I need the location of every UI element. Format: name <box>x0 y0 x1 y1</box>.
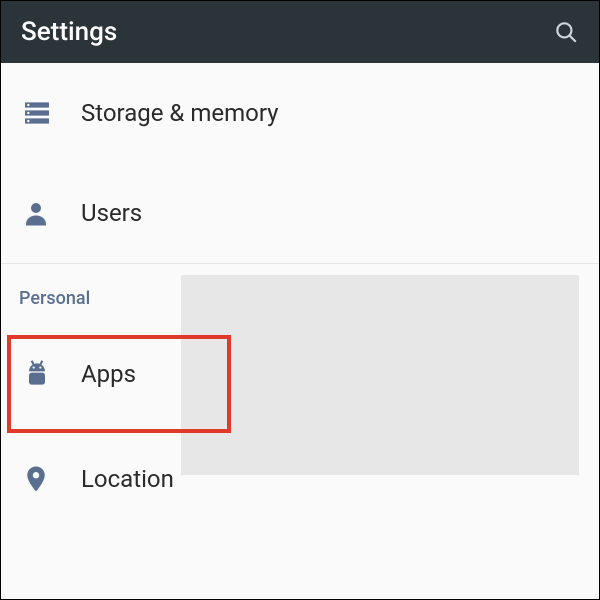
android-icon <box>21 358 81 390</box>
search-icon[interactable] <box>553 19 579 45</box>
storage-icon <box>21 97 81 129</box>
settings-item-location[interactable]: Location <box>1 429 599 529</box>
location-icon <box>21 464 81 494</box>
settings-item-users[interactable]: Users <box>1 163 599 263</box>
settings-list: Storage & memory Users Personal Apps <box>1 63 599 529</box>
settings-item-apps[interactable]: Apps <box>1 319 599 429</box>
settings-item-label: Location <box>81 465 174 493</box>
page-title: Settings <box>21 17 117 47</box>
settings-item-storage[interactable]: Storage & memory <box>1 63 599 163</box>
settings-item-label: Storage & memory <box>81 99 279 127</box>
section-header-personal: Personal <box>1 264 599 319</box>
user-icon <box>21 198 81 228</box>
settings-item-label: Apps <box>81 360 136 388</box>
app-header: Settings <box>1 1 599 63</box>
settings-item-label: Users <box>81 199 142 227</box>
